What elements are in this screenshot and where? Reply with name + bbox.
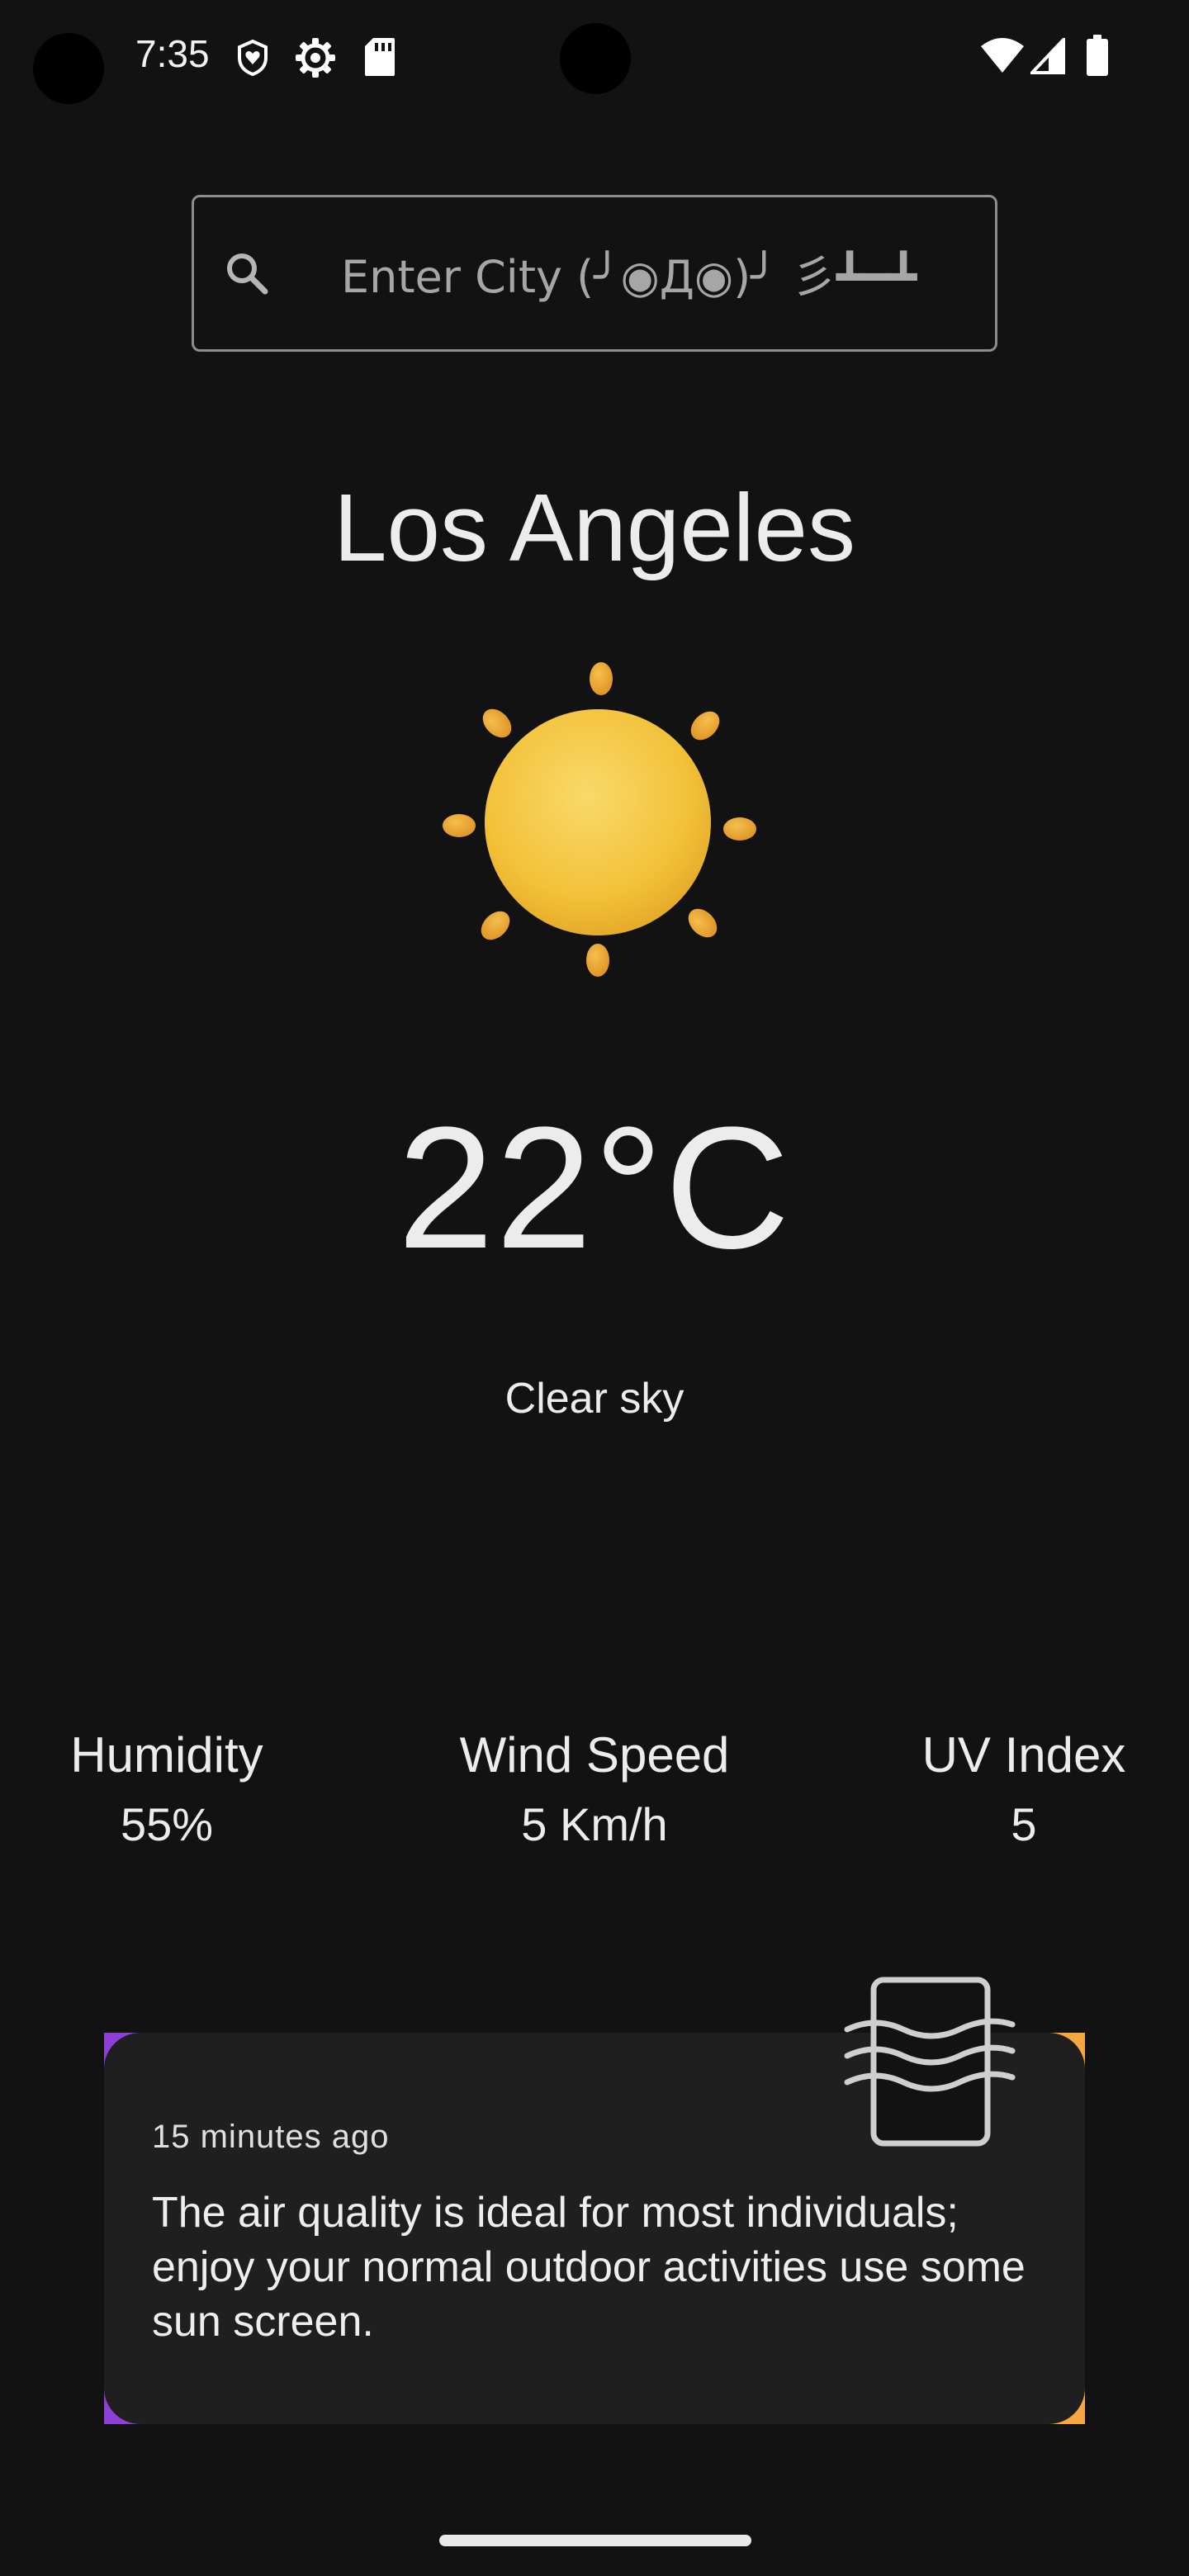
air-quality-icon xyxy=(844,1977,1016,2147)
status-time: 7:35 xyxy=(135,32,210,75)
camera-cutout-left xyxy=(33,33,104,104)
city-name: Los Angeles xyxy=(333,474,856,581)
temperature: 22°C xyxy=(397,1091,792,1285)
camera-cutout-center xyxy=(560,23,631,94)
signal-icon xyxy=(1030,38,1065,74)
stat-wind-speed: Wind Speed 5 Km/h xyxy=(421,1721,768,1859)
sun-icon xyxy=(443,662,756,977)
stat-value: 5 xyxy=(1011,1798,1037,1850)
city-search-box[interactable] xyxy=(192,195,997,352)
search-icon[interactable] xyxy=(224,250,270,296)
sd-card-icon xyxy=(365,38,395,76)
weather-description: Clear sky xyxy=(504,1375,685,1423)
gear-icon xyxy=(296,38,335,78)
stat-label: Wind Speed xyxy=(459,1727,730,1783)
city-search-input[interactable] xyxy=(339,230,970,323)
battery-icon xyxy=(1087,35,1108,76)
shield-heart-icon xyxy=(238,40,268,76)
wifi-icon xyxy=(981,38,1024,73)
stat-humidity: Humidity 55% xyxy=(0,1721,340,1859)
stat-uv-index: UV Index 5 xyxy=(850,1721,1189,1859)
stat-label: UV Index xyxy=(921,1727,1126,1783)
stat-label: Humidity xyxy=(70,1727,263,1783)
stat-value: 5 Km/h xyxy=(521,1798,668,1850)
stat-value: 55% xyxy=(120,1798,214,1850)
home-indicator[interactable] xyxy=(439,2535,751,2546)
card-message: The air quality is ideal for most indivi… xyxy=(152,2189,1026,2346)
